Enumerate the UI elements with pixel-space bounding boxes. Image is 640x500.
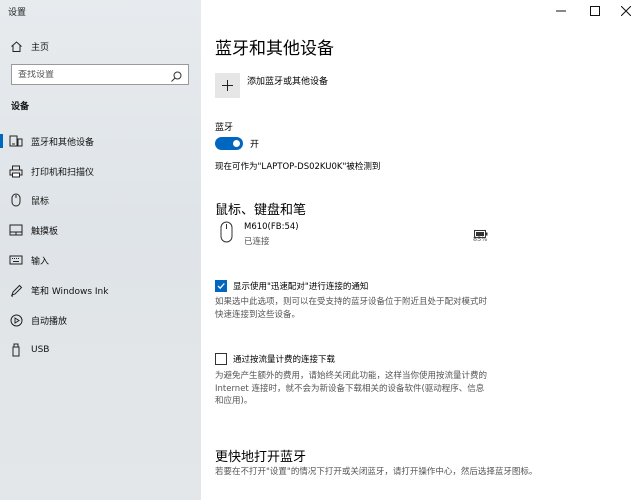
sidebar-item-label: 主页 xyxy=(31,42,50,53)
search-box[interactable] xyxy=(11,64,189,85)
pen-icon xyxy=(9,283,23,297)
sidebar-item-label: 鼠标 xyxy=(31,196,50,207)
metered-download-description: 为避免产生额外的费用，请始终关闭此功能，这样当你使用按流量计费的 Interne… xyxy=(215,370,515,408)
checkmark-icon xyxy=(217,283,225,290)
quick-open-description: 若要在不打开"设置"的情况下打开或关闭蓝牙，请打开操作中心，然后选择蓝牙图标。 xyxy=(215,466,635,479)
description-line: 若要在不打开"设置"的情况下打开或关闭蓝牙，请打开操作中心，然后选择蓝牙图标。 xyxy=(215,467,538,477)
minimize-icon xyxy=(556,10,566,12)
sidebar: 设置 主页 设备 蓝牙和其他设备 打印机和扫描仪 鼠标 xyxy=(0,0,201,500)
discoverable-text: 现在可作为"LAPTOP-DS02KU0K"被检测到 xyxy=(215,162,381,172)
sidebar-item-printers[interactable]: 打印机和扫描仪 xyxy=(0,158,201,184)
sidebar-item-label: 打印机和扫描仪 xyxy=(31,167,95,178)
sidebar-item-label: 笔和 Windows Ink xyxy=(31,286,109,297)
bluetooth-heading: 蓝牙 xyxy=(215,123,234,133)
bluetooth-toggle-label: 开 xyxy=(250,140,260,150)
sidebar-section-heading: 设备 xyxy=(11,102,30,112)
bluetooth-toggle[interactable] xyxy=(215,137,243,150)
swift-pair-checkbox[interactable] xyxy=(215,280,227,292)
close-button[interactable] xyxy=(612,2,640,20)
toggle-knob xyxy=(233,140,240,147)
device-name: M610(FB:54) xyxy=(244,222,299,232)
bluetooth-devices-icon xyxy=(9,134,23,148)
quick-open-heading: 更快地打开蓝牙 xyxy=(215,450,307,465)
sidebar-item-input[interactable]: 输入 xyxy=(0,247,201,273)
sidebar-item-label: USB xyxy=(31,345,50,355)
touchpad-icon xyxy=(9,223,23,237)
sidebar-item-bluetooth[interactable]: 蓝牙和其他设备 xyxy=(0,128,201,154)
sidebar-item-autoplay[interactable]: 自动播放 xyxy=(0,307,201,333)
metered-download-checkbox[interactable] xyxy=(215,353,227,365)
mouse-keyboard-pen-heading: 鼠标、键盘和笔 xyxy=(215,203,307,218)
sidebar-item-pen[interactable]: 笔和 Windows Ink xyxy=(0,277,201,303)
search-input[interactable] xyxy=(18,69,168,80)
close-icon xyxy=(621,6,631,16)
metered-download-label[interactable]: 通过按流量计费的连接下载 xyxy=(233,353,335,365)
autoplay-icon xyxy=(9,313,23,327)
sidebar-item-label: 蓝牙和其他设备 xyxy=(31,137,95,148)
device-status: 已连接 xyxy=(244,237,270,247)
sidebar-item-touchpad[interactable]: 触摸板 xyxy=(0,217,201,243)
sidebar-item-label: 输入 xyxy=(31,256,50,267)
sidebar-item-home[interactable]: 主页 xyxy=(0,33,201,59)
swift-pair-label[interactable]: 显示使用"迅速配对"进行连接的通知 xyxy=(233,280,368,292)
description-line: 为避免产生额外的费用，请始终关闭此功能，这样当你使用按流量计费的 xyxy=(215,371,488,381)
description-line: 快速连接到这些设备。 xyxy=(215,309,301,320)
minimize-button[interactable] xyxy=(547,2,575,20)
printer-icon xyxy=(9,164,23,178)
keyboard-icon xyxy=(9,253,23,267)
add-device-button[interactable] xyxy=(215,73,240,98)
battery-percent: 85% xyxy=(473,235,488,243)
sidebar-item-label: 触摸板 xyxy=(31,226,59,237)
mouse-icon xyxy=(220,221,233,247)
add-device-label[interactable]: 添加蓝牙或其他设备 xyxy=(247,74,328,87)
page-title: 蓝牙和其他设备 xyxy=(215,39,334,59)
sidebar-item-mouse[interactable]: 鼠标 xyxy=(0,187,201,213)
description-line: 如果选中此选项，则可以在受支持的蓝牙设备位于附近且处于配对模式时 xyxy=(215,297,488,307)
window-title: 设置 xyxy=(8,8,27,18)
home-icon xyxy=(9,39,23,53)
search-icon[interactable] xyxy=(170,68,183,82)
main-content: 蓝牙和其他设备 添加蓝牙或其他设备 蓝牙 开 现在可作为"LAPTOP-DS02… xyxy=(201,0,640,500)
device-item[interactable]: M610(FB:54) 已连接 85% xyxy=(215,219,505,249)
description-line: 和应用)。 xyxy=(215,396,253,406)
maximize-button[interactable] xyxy=(581,2,609,20)
usb-icon xyxy=(9,343,23,357)
swift-pair-description: 如果选中此选项，则可以在受支持的蓝牙设备位于附近且处于配对模式时 快速连接到这些… xyxy=(215,296,515,321)
active-indicator xyxy=(0,134,3,148)
mouse-icon xyxy=(9,193,23,207)
sidebar-item-usb[interactable]: USB xyxy=(0,337,201,363)
plus-icon xyxy=(222,80,233,91)
sidebar-item-label: 自动播放 xyxy=(31,316,68,327)
maximize-icon xyxy=(590,6,600,16)
description-line: Internet 连接时，就不会为新设备下载相关的设备软件(驱动程序、信息 xyxy=(215,383,485,394)
